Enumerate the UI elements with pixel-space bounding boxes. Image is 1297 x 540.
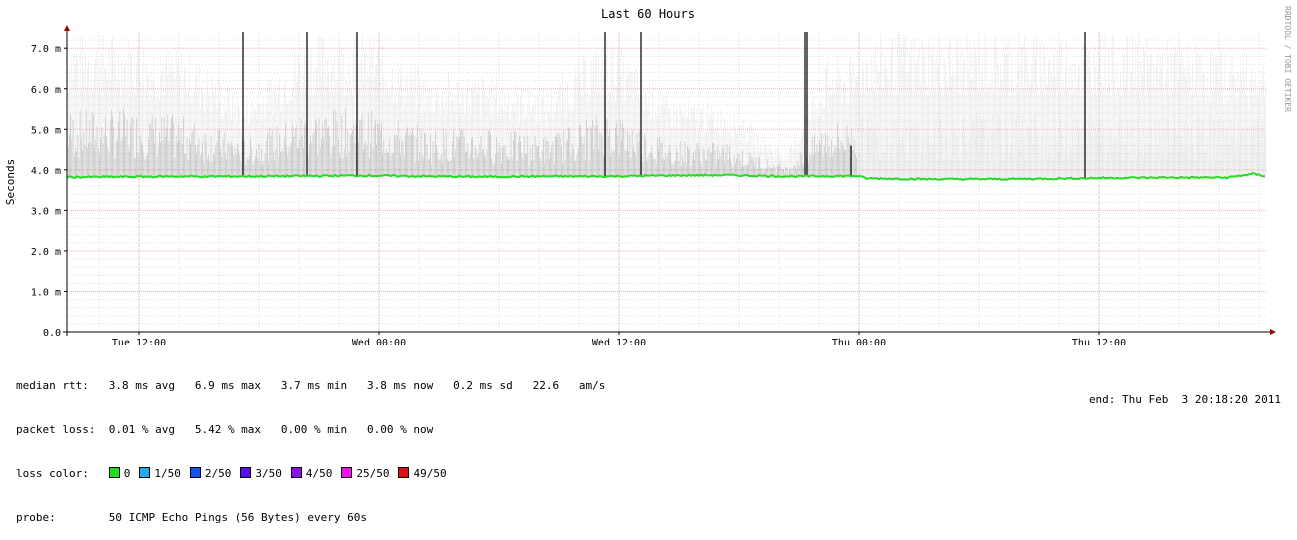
loss-color-label: 4/50 (305, 466, 333, 480)
loss-color-swatch (139, 466, 151, 478)
loss-color-swatch (341, 466, 353, 478)
y-tick-label: 2.0 m (31, 247, 61, 258)
loss-color-swatch (398, 466, 410, 478)
loss-color-swatch (240, 466, 252, 478)
loss-color-item: 25/50 (341, 466, 390, 480)
loss-color-label: loss color: (16, 466, 89, 480)
median-rtt-values: 3.8 ms avg 6.9 ms max 3.7 ms min 3.8 ms … (108, 379, 606, 393)
probe-label: probe: (16, 510, 56, 524)
legend-median-rtt: median rtt: 3.8 ms avg 6.9 ms max 3.7 ms… (16, 379, 605, 394)
x-tick-label: Thu 12:00 (1072, 338, 1126, 345)
loss-color-item: 49/50 (398, 466, 447, 480)
y-tick-label: 4.0 m (31, 166, 61, 177)
loss-color-label: 49/50 (413, 466, 447, 480)
y-tick-label: 1.0 m (31, 287, 61, 298)
y-tick-label: 3.0 m (31, 206, 61, 217)
watermark: RRDTOOL / TOBI OETIKER (1283, 6, 1292, 112)
y-tick-label: 6.0 m (31, 85, 61, 96)
y-tick-label: 0.0 (43, 328, 61, 339)
y-tick-label: 7.0 m (31, 44, 61, 55)
end-time: end: Thu Feb 3 20:18:20 2011 (1088, 393, 1281, 406)
smoke-series (66, 32, 1267, 180)
loss-color-swatch (108, 466, 120, 478)
x-axis-arrow (1270, 329, 1276, 335)
loss-color-item: 2/50 (189, 466, 232, 480)
loss-color-label: 25/50 (356, 466, 390, 480)
packet-loss-values: 0.01 % avg 5.42 % max 0.00 % min 0.00 % … (108, 422, 434, 436)
y-axis-label: Seconds (4, 159, 17, 205)
loss-color-items: 0 1/50 2/50 3/50 4/50 25/50 49/50 (108, 466, 456, 480)
loss-color-label: 1/50 (154, 466, 181, 480)
loss-color-label: 3/50 (255, 466, 282, 480)
packet-loss-label: packet loss: (16, 422, 96, 436)
data-layer (66, 32, 1267, 182)
probe-value: 50 ICMP Echo Pings (56 Bytes) every 60s (108, 510, 368, 524)
chart: Last 60 Hours RRDTOOL / TOBI OETIKER Sec… (4, 6, 1292, 345)
loss-color-item: 3/50 (240, 466, 282, 480)
loss-color-label: 0 (123, 466, 131, 480)
x-tick-label: Wed 12:00 (592, 338, 646, 345)
x-tick-label: Thu 00:00 (832, 338, 886, 345)
loss-color-item: 4/50 (290, 466, 333, 480)
x-tick-label: Tue 12:00 (112, 338, 166, 345)
loss-color-item: 0 (108, 466, 131, 480)
loss-color-swatch (290, 466, 302, 478)
loss-color-item: 1/50 (139, 466, 181, 480)
median-rtt-label: median rtt: (16, 379, 89, 393)
legend-probe: probe: 50 ICMP Echo Pings (56 Bytes) eve… (16, 511, 605, 526)
loss-color-label: 2/50 (204, 466, 232, 480)
legend-loss-color: loss color: 0 1/50 2/50 3/50 4/50 25/50 49/50 (16, 466, 605, 482)
y-axis-arrow (64, 25, 70, 31)
x-tick-label: Wed 00:00 (352, 338, 406, 345)
legend-packet-loss: packet loss: 0.01 % avg 5.42 % max 0.00 … (16, 423, 605, 438)
loss-color-swatch (189, 466, 201, 478)
chart-title: Last 60 Hours (601, 7, 695, 21)
legend: median rtt: 3.8 ms avg 6.9 ms max 3.7 ms… (16, 350, 605, 540)
y-tick-label: 5.0 m (31, 125, 61, 136)
